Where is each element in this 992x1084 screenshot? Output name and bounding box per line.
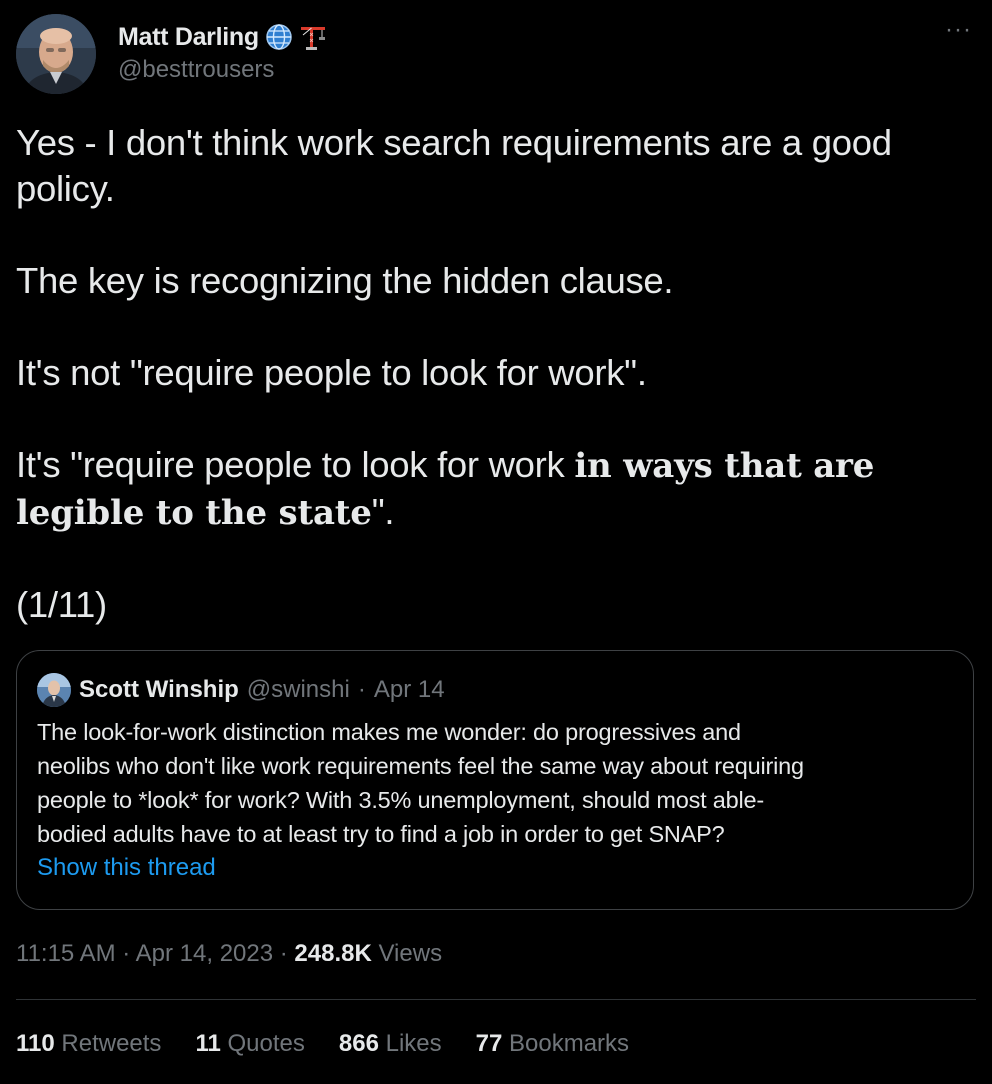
quoted-tweet-header: Scott Winship @swinshi · Apr 14	[37, 673, 445, 707]
quoted-avatar-image	[37, 673, 71, 707]
avatar-image	[16, 14, 96, 94]
tweet-text-span: Yes - I don't think work search requirem…	[16, 122, 892, 209]
quoted-text-line: bodied adults have to at least try to fi…	[37, 821, 725, 847]
tweet-text-span: The key is recognizing the hidden clause…	[16, 260, 674, 301]
quoted-avatar[interactable]	[37, 673, 71, 707]
engagement-stats: 110 Retweets 11 Quotes 866 Likes 77 Book…	[16, 1030, 629, 1058]
tweet-paragraph: It's not "require people to look for wor…	[16, 350, 972, 396]
name-row: Matt Darling	[118, 22, 327, 52]
construction-crane-icon	[299, 23, 327, 51]
tweet-paragraph: It's "require people to look for work in…	[16, 442, 972, 536]
bookmarks-count: 77	[475, 1030, 503, 1057]
quotes-label: Quotes	[227, 1030, 305, 1057]
divider	[16, 999, 976, 1000]
tweet-text-span: It's "require people to look for work	[16, 444, 575, 485]
tweet-text-span: ".	[371, 491, 395, 532]
quoted-tweet-card[interactable]: Scott Winship @swinshi · Apr 14 The look…	[16, 650, 974, 910]
quoted-text-line: people to *look* for work? With 3.5% une…	[37, 787, 765, 813]
views-label: Views	[378, 940, 443, 967]
retweets-count: 110	[16, 1030, 55, 1057]
tweet-time[interactable]: 11:15 AM	[16, 940, 116, 967]
tweet-text-span: It's not "require people to look for wor…	[16, 352, 647, 393]
author-handle[interactable]: @besttrousers	[118, 56, 274, 84]
bookmarks-stat[interactable]: 77 Bookmarks	[476, 1030, 629, 1058]
globe-icon	[265, 23, 293, 51]
quoted-text-line: neolibs who don't like work requirements…	[37, 753, 804, 779]
retweets-label: Retweets	[61, 1030, 162, 1057]
meta-separator: ·	[122, 940, 131, 967]
tweet-paragraph: The key is recognizing the hidden clause…	[16, 258, 972, 304]
views-count: 248.8K	[294, 940, 372, 967]
likes-stat[interactable]: 866 Likes	[339, 1030, 442, 1058]
tweet-paragraph: Yes - I don't think work search requirem…	[16, 120, 972, 212]
quoted-tweet-text: The look-for-work distinction makes me w…	[37, 715, 957, 851]
author-name[interactable]: Matt Darling	[118, 23, 259, 52]
quotes-count: 11	[195, 1030, 221, 1057]
avatar[interactable]	[16, 14, 96, 94]
more-options-button[interactable]: ···	[945, 18, 972, 42]
bookmarks-label: Bookmarks	[509, 1030, 630, 1057]
retweets-stat[interactable]: 110 Retweets	[16, 1030, 161, 1058]
likes-label: Likes	[385, 1030, 442, 1057]
tweet-text: Yes - I don't think work search requirem…	[16, 120, 972, 628]
quoted-author-name[interactable]: Scott Winship	[79, 676, 239, 704]
tweet-paragraph: (1/11)	[16, 582, 972, 628]
quoted-author-handle[interactable]: @swinshi	[247, 676, 350, 704]
tweet-text-span: (1/11)	[16, 584, 107, 625]
likes-count: 866	[338, 1030, 379, 1057]
quotes-stat[interactable]: 11 Quotes	[195, 1030, 304, 1058]
meta-separator: ·	[279, 940, 288, 967]
tweet-metadata: 11:15 AM · Apr 14, 2023 · 248.8K Views	[16, 940, 442, 968]
quoted-date[interactable]: Apr 14	[374, 676, 445, 704]
tweet-date[interactable]: Apr 14, 2023	[136, 940, 273, 967]
quoted-text-line: The look-for-work distinction makes me w…	[37, 719, 741, 745]
tweet-header: Matt Darling @besttrousers ···	[16, 14, 976, 98]
show-thread-link[interactable]: Show this thread	[37, 854, 216, 882]
meta-separator: ·	[357, 676, 366, 703]
